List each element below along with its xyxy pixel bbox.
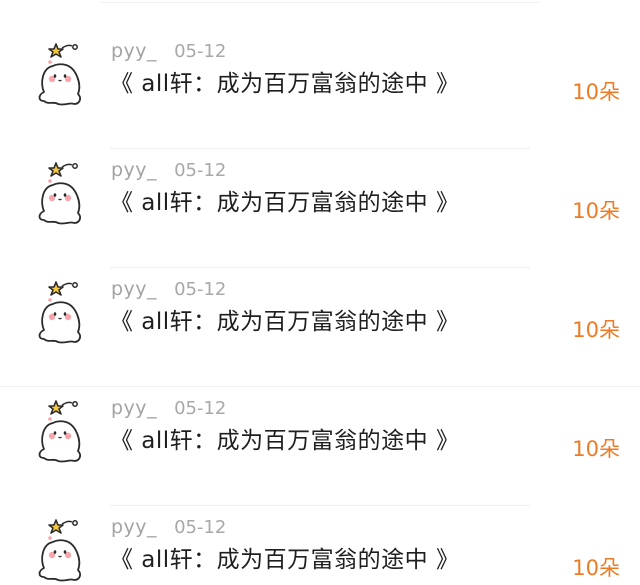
meta-line: pyy_ 05-12 <box>111 158 226 182</box>
ghost-avatar-icon[interactable] <box>32 40 86 108</box>
username[interactable]: pyy_ <box>111 516 157 538</box>
date: 05-12 <box>174 516 227 538</box>
gift-amount: 10朵 <box>572 199 620 223</box>
gift-list: pyy_ 05-12 《 all轩：成为百万富翁的途中 》 10朵 pyy_ 0… <box>0 0 640 585</box>
date: 05-12 <box>174 159 227 181</box>
ghost-avatar-icon[interactable] <box>32 278 86 346</box>
date: 05-12 <box>174 40 227 62</box>
username[interactable]: pyy_ <box>111 159 157 181</box>
meta-line: pyy_ 05-12 <box>111 396 226 420</box>
gift-amount: 10朵 <box>572 80 620 104</box>
list-item[interactable]: pyy_ 05-12 《 all轩：成为百万富翁的途中 》 10朵 <box>0 387 640 506</box>
date: 05-12 <box>174 278 227 300</box>
ghost-avatar-icon[interactable] <box>32 397 86 465</box>
list-item[interactable]: pyy_ 05-12 《 all轩：成为百万富翁的途中 》 10朵 <box>0 30 640 149</box>
username[interactable]: pyy_ <box>111 278 157 300</box>
username[interactable]: pyy_ <box>111 397 157 419</box>
gift-amount: 10朵 <box>572 318 620 342</box>
gift-amount: 10朵 <box>572 556 620 580</box>
work-title[interactable]: 《 all轩：成为百万富翁的途中 》 <box>110 183 460 217</box>
meta-line: pyy_ 05-12 <box>111 515 226 539</box>
date: 05-12 <box>174 397 227 419</box>
ghost-avatar-icon[interactable] <box>32 516 86 584</box>
list-item[interactable]: pyy_ 05-12 《 all轩：成为百万富翁的途中 》 10朵 <box>0 506 640 585</box>
list-item[interactable]: pyy_ 05-12 《 all轩：成为百万富翁的途中 》 10朵 <box>0 268 640 387</box>
work-title[interactable]: 《 all轩：成为百万富翁的途中 》 <box>110 64 460 98</box>
work-title[interactable]: 《 all轩：成为百万富翁的途中 》 <box>110 540 460 574</box>
work-title[interactable]: 《 all轩：成为百万富翁的途中 》 <box>110 302 460 336</box>
meta-line: pyy_ 05-12 <box>111 277 226 301</box>
username[interactable]: pyy_ <box>111 40 157 62</box>
meta-line: pyy_ 05-12 <box>111 39 226 63</box>
ghost-avatar-icon[interactable] <box>32 159 86 227</box>
list-item[interactable]: pyy_ 05-12 《 all轩：成为百万富翁的途中 》 10朵 <box>0 149 640 268</box>
work-title[interactable]: 《 all轩：成为百万富翁的途中 》 <box>110 421 460 455</box>
gift-amount: 10朵 <box>572 437 620 461</box>
